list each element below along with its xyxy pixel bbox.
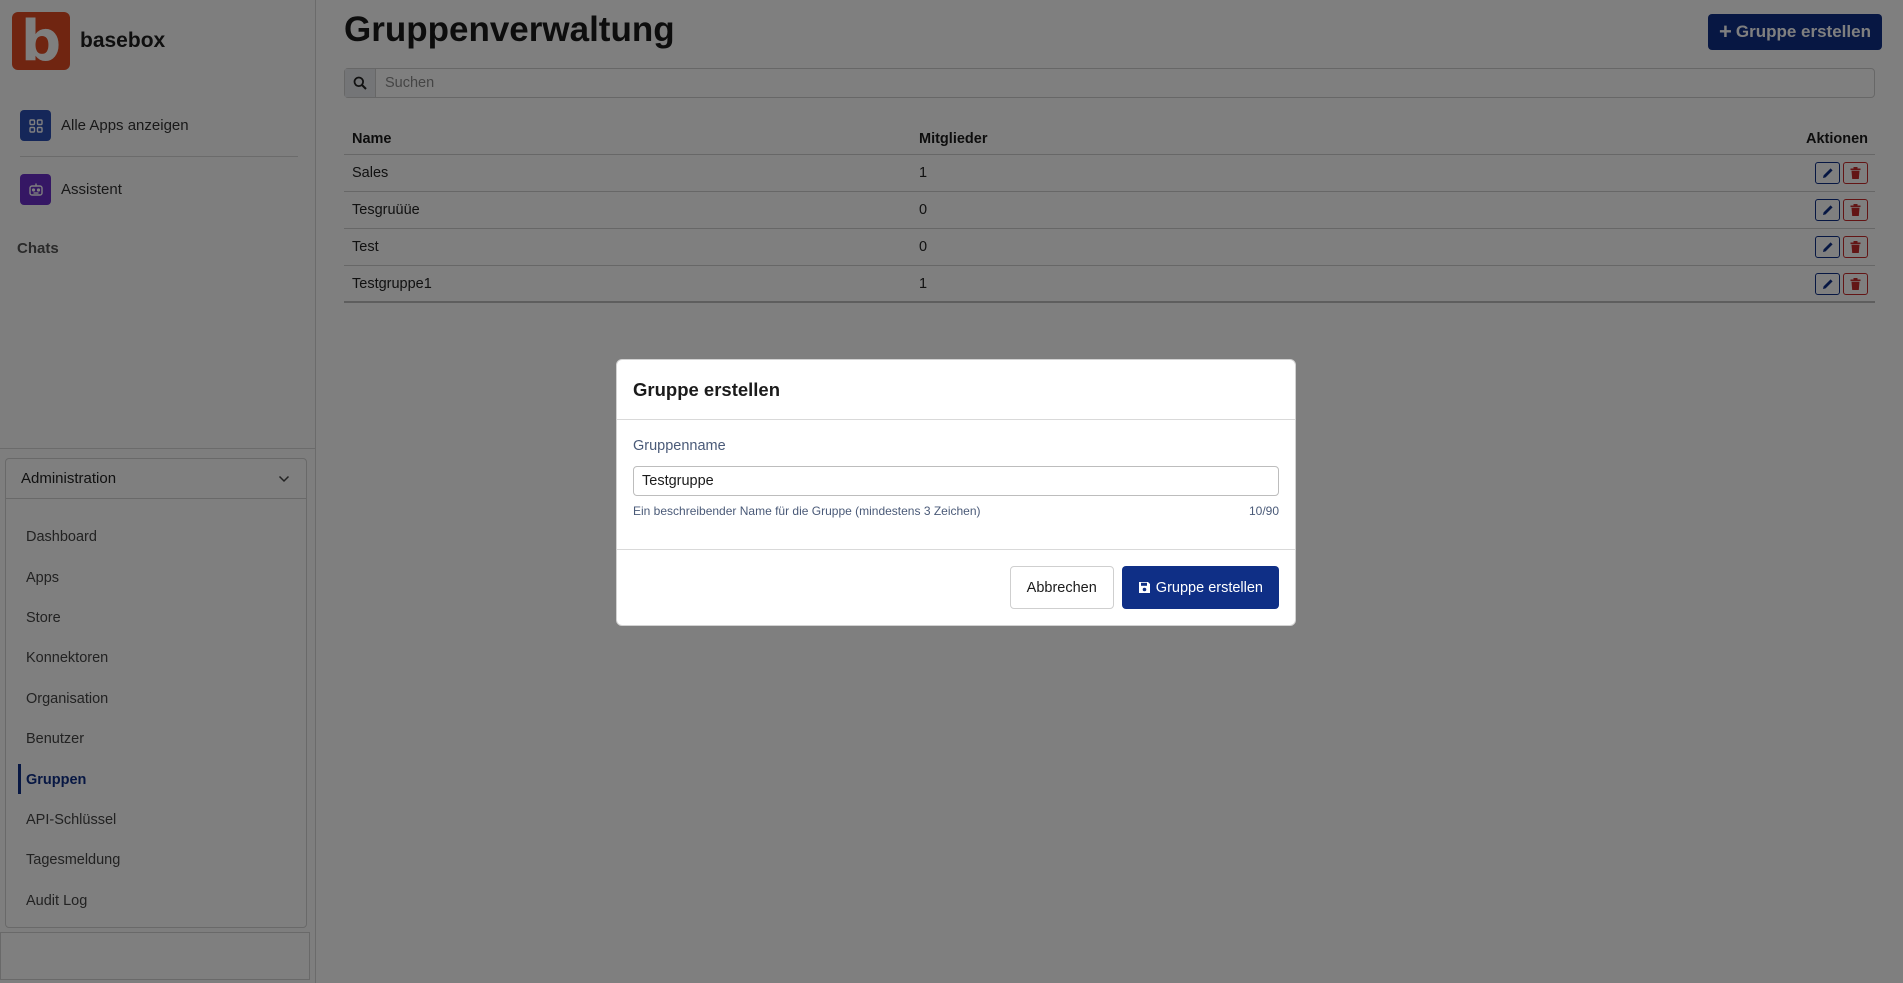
group-name-input[interactable]	[633, 466, 1279, 496]
save-icon	[1138, 582, 1150, 593]
dialog-body: Gruppenname Ein beschreibender Name für …	[617, 420, 1295, 550]
submit-label: Gruppe erstellen	[1155, 579, 1263, 596]
dialog-footer: Abbrechen Gruppe erstellen	[1009, 566, 1279, 609]
dialog-title: Gruppe erstellen	[617, 360, 1295, 420]
create-group-dialog: Gruppe erstellen Gruppenname Ein beschre…	[616, 359, 1296, 626]
submit-create-group-button[interactable]: Gruppe erstellen	[1121, 566, 1279, 609]
char-counter: 10/90	[1248, 504, 1279, 518]
cancel-button[interactable]: Abbrechen	[1009, 566, 1114, 609]
group-name-help: Ein beschreibender Name für die Gruppe (…	[633, 504, 981, 518]
group-name-label: Gruppenname	[633, 438, 726, 454]
